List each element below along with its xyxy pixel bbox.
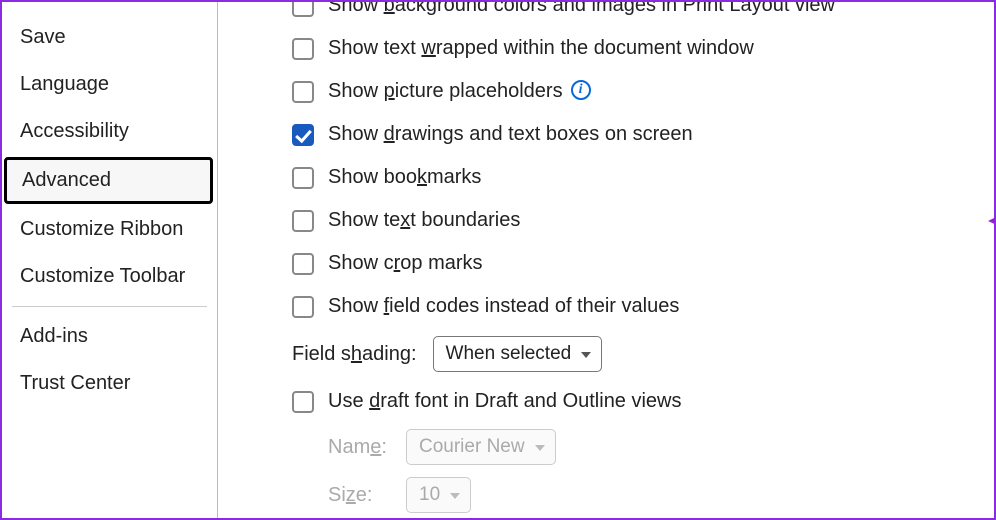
option-background-colors: Show background colors and images in Pri… <box>232 2 980 27</box>
label-draft-font: Use draft font in Draft and Outline view… <box>328 390 682 413</box>
sidebar-item-customize-ribbon[interactable]: Customize Ribbon <box>2 206 217 253</box>
select-font-name: Courier New <box>406 429 556 465</box>
sidebar-item-save[interactable]: Save <box>2 14 217 61</box>
option-field-codes: Show field codes instead of their values <box>232 285 980 328</box>
checkbox-picture-placeholders[interactable] <box>292 81 314 103</box>
sidebar-item-accessibility[interactable]: Accessibility <box>2 108 217 155</box>
label-field-shading: Field shading: <box>292 343 417 366</box>
annotation-arrow-icon <box>986 207 994 235</box>
label-background-colors: Show background colors and images in Pri… <box>328 2 835 17</box>
label-text-wrapped: Show text wrapped within the document wi… <box>328 37 754 60</box>
select-field-shading[interactable]: When selected <box>433 336 603 372</box>
option-crop-marks: Show crop marks <box>232 242 980 285</box>
checkbox-background-colors[interactable] <box>292 2 314 17</box>
option-text-boundaries: Show text boundaries <box>232 199 980 242</box>
option-picture-placeholders: Show picture placeholders i <box>232 70 980 113</box>
label-text-boundaries: Show text boundaries <box>328 209 520 232</box>
option-draft-font: Use draft font in Draft and Outline view… <box>232 380 980 423</box>
draft-font-size-row: Size: 10 <box>232 471 980 518</box>
sidebar: Save Language Accessibility Advanced Cus… <box>2 2 218 518</box>
checkbox-draft-font[interactable] <box>292 391 314 413</box>
label-picture-placeholders: Show picture placeholders <box>328 80 563 103</box>
main-panel: Show background colors and images in Pri… <box>218 2 994 518</box>
option-text-wrapped: Show text wrapped within the document wi… <box>232 27 980 70</box>
sidebar-item-language[interactable]: Language <box>2 61 217 108</box>
label-drawings-textboxes: Show drawings and text boxes on screen <box>328 123 693 146</box>
checkbox-text-wrapped[interactable] <box>292 38 314 60</box>
label-font-name: Name: <box>328 436 388 459</box>
label-font-size: Size: <box>328 484 388 507</box>
sidebar-item-customize-toolbar[interactable]: Customize Toolbar <box>2 253 217 300</box>
label-bookmarks: Show bookmarks <box>328 166 481 189</box>
info-icon[interactable]: i <box>571 80 591 100</box>
label-crop-marks: Show crop marks <box>328 252 483 275</box>
sidebar-divider <box>12 306 207 307</box>
checkbox-bookmarks[interactable] <box>292 167 314 189</box>
sidebar-item-advanced[interactable]: Advanced <box>4 157 213 204</box>
checkbox-drawings-textboxes[interactable] <box>292 124 314 146</box>
option-bookmarks: Show bookmarks <box>232 156 980 199</box>
sidebar-item-trust-center[interactable]: Trust Center <box>2 360 217 407</box>
draft-font-name-row: Name: Courier New <box>232 423 980 471</box>
option-drawings-textboxes: Show drawings and text boxes on screen <box>232 113 980 156</box>
checkbox-text-boundaries[interactable] <box>292 210 314 232</box>
sidebar-item-add-ins[interactable]: Add-ins <box>2 313 217 360</box>
checkbox-field-codes[interactable] <box>292 296 314 318</box>
label-field-codes: Show field codes instead of their values <box>328 295 679 318</box>
checkbox-crop-marks[interactable] <box>292 253 314 275</box>
field-shading-row: Field shading: When selected <box>232 328 980 380</box>
options-dialog: Save Language Accessibility Advanced Cus… <box>0 0 996 520</box>
select-font-size: 10 <box>406 477 471 513</box>
